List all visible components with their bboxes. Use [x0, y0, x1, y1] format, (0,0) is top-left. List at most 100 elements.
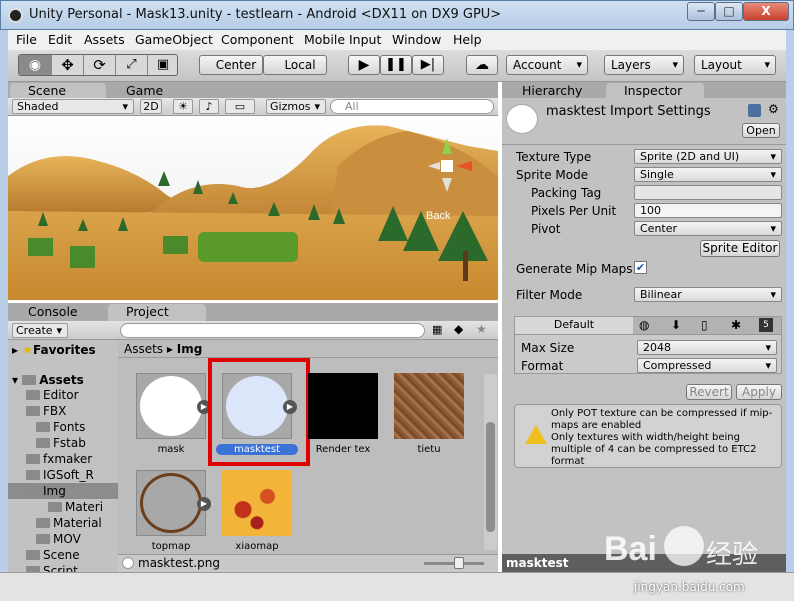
view-tool-icon[interactable]: ◉ [19, 55, 51, 75]
tree-item-img[interactable]: Img [8, 483, 118, 499]
scene-options-bar: Shaded 2D ☀ ♪ ▭ Gizmos All [8, 98, 498, 116]
revert-button[interactable]: Revert [686, 384, 732, 400]
tree-favorites[interactable]: ▸ ★Favorites [12, 342, 96, 358]
main-toolbar: ◉ ✥ ⟳ ⤢ ▣ Center Local ▶ ❚❚ ▶| ☁ Account… [8, 50, 786, 82]
tree-item-mov[interactable]: MOV [36, 531, 81, 547]
step-button[interactable]: ▶| [412, 55, 444, 75]
menu-assets[interactable]: Assets [84, 32, 125, 47]
sprite-mode-dropdown[interactable]: Single [634, 167, 782, 182]
play-button[interactable]: ▶ [348, 55, 380, 75]
pixels-per-unit-input[interactable]: 100 [634, 203, 782, 218]
asset-tile[interactable]: tietu [394, 373, 464, 459]
folder-icon [26, 486, 40, 496]
texture-type-label: Texture Type [516, 150, 592, 164]
breadcrumb-root[interactable]: Assets [124, 342, 163, 356]
hierarchy-tab-label: Hierarchy [522, 83, 583, 98]
pivot-center-button[interactable]: Center [199, 55, 263, 75]
favorite-star-icon[interactable]: ★ [476, 322, 487, 336]
menu-help[interactable]: Help [453, 32, 482, 47]
gizmos-dropdown[interactable]: Gizmos [266, 99, 326, 114]
audio-toggle-icon[interactable]: ♪ [199, 99, 219, 114]
apply-button[interactable]: Apply [736, 384, 782, 400]
settings-gear-icon[interactable]: ⚙ [768, 102, 779, 116]
tree-assets[interactable]: ▾ Assets [12, 372, 84, 388]
menu-mobile-input[interactable]: Mobile Input [304, 32, 381, 47]
effects-toggle-icon[interactable]: ▭ [225, 99, 255, 114]
sprite-editor-button[interactable]: Sprite Editor [700, 240, 780, 257]
warning-text: Only POT texture can be compressed if mi… [551, 408, 773, 467]
move-tool-icon[interactable]: ✥ [51, 55, 83, 75]
tree-item-fstab[interactable]: Fstab [36, 435, 86, 451]
tab-console[interactable]: Console [10, 304, 108, 321]
max-size-dropdown[interactable]: 2048 [637, 340, 777, 355]
create-dropdown[interactable]: Create [12, 323, 68, 338]
expand-sprite-icon[interactable]: ▶ [197, 497, 211, 511]
scene-search-input[interactable]: All [330, 99, 494, 114]
download-platform-icon[interactable]: ⬇ [671, 318, 681, 332]
tree-item-material[interactable]: Material [36, 515, 102, 531]
filter-label-icon[interactable]: ◆ [454, 322, 463, 336]
android-platform-icon[interactable]: ✱ [731, 318, 741, 332]
generate-mipmaps-checkbox[interactable]: ✔ [634, 261, 647, 274]
menu-gameobject[interactable]: GameObject [135, 32, 213, 47]
rotate-tool-icon[interactable]: ⟳ [83, 55, 115, 75]
tree-item-label: Img [43, 484, 66, 498]
cloud-button[interactable]: ☁ [466, 55, 498, 75]
scrollbar-thumb[interactable] [486, 422, 495, 532]
packing-tag-input[interactable] [634, 185, 782, 200]
scale-tool-icon[interactable]: ⤢ [115, 55, 147, 75]
format-dropdown[interactable]: Compressed [637, 358, 777, 373]
paw-logo-icon [664, 526, 704, 566]
account-dropdown[interactable]: Account [506, 55, 588, 75]
help-book-icon[interactable] [748, 104, 761, 117]
shading-dropdown[interactable]: Shaded [12, 99, 134, 114]
tree-item-fxmaker[interactable]: fxmaker [26, 451, 92, 467]
asset-name: tietu [417, 444, 441, 455]
lighting-toggle-icon[interactable]: ☀ [173, 99, 193, 114]
asset-tile[interactable]: Render tex [308, 373, 378, 459]
asset-grid-scrollbar[interactable] [484, 374, 497, 550]
collapse-arrow-icon[interactable]: ▾ [12, 373, 18, 387]
mobile-platform-icon[interactable]: ▯ [701, 318, 708, 332]
2d-toggle[interactable]: 2D [140, 99, 162, 114]
compression-warning-box: Only POT texture can be compressed if mi… [514, 404, 782, 468]
asset-tile[interactable]: ▶ topmap [136, 470, 211, 556]
html5-platform-icon[interactable]: 5 [759, 318, 773, 332]
filter-mode-dropdown[interactable]: Bilinear [634, 287, 782, 302]
breadcrumb-current[interactable]: Img [177, 342, 203, 356]
tree-item-scene[interactable]: Scene [26, 547, 80, 563]
filter-type-icon[interactable]: ▦ [432, 323, 442, 336]
pivot-dropdown[interactable]: Center [634, 221, 782, 236]
maximize-button[interactable]: □ [715, 2, 743, 21]
minimize-button[interactable]: ─ [687, 2, 715, 21]
layers-dropdown[interactable]: Layers [604, 55, 684, 75]
tree-item-igsoft[interactable]: IGSoft_R [26, 467, 94, 483]
rect-tool-icon[interactable]: ▣ [147, 55, 178, 75]
tree-item-materi[interactable]: Materi [48, 499, 103, 515]
favorites-label: Favorites [32, 343, 96, 357]
pivot-local-button[interactable]: Local [263, 55, 327, 75]
scene-viewport[interactable]: Back [8, 116, 498, 300]
close-button[interactable]: X [743, 2, 789, 21]
platform-default-tab[interactable]: Default [515, 317, 633, 334]
expand-arrow-icon[interactable]: ▸ [12, 343, 18, 357]
texture-type-dropdown[interactable]: Sprite (2D and UI) [634, 149, 782, 164]
tree-item-editor[interactable]: Editor [26, 387, 79, 403]
open-button[interactable]: Open [742, 123, 780, 138]
web-platform-icon[interactable]: ◍ [639, 318, 649, 332]
menu-window[interactable]: Window [392, 32, 441, 47]
tree-item-script[interactable]: Script [26, 563, 78, 572]
asset-tile[interactable]: ▶ mask [136, 373, 211, 459]
menu-edit[interactable]: Edit [48, 32, 72, 47]
tab-project[interactable]: Project [108, 304, 206, 321]
pause-button[interactable]: ❚❚ [380, 55, 412, 75]
layout-dropdown[interactable]: Layout [694, 55, 776, 75]
project-search-input[interactable] [120, 323, 425, 338]
thumbnail-size-slider-handle[interactable] [454, 557, 464, 569]
tree-item-fbx[interactable]: FBX [26, 403, 66, 419]
menu-file[interactable]: File [16, 32, 37, 47]
tree-item-fonts[interactable]: Fonts [36, 419, 85, 435]
asset-tile[interactable]: xiaomap [222, 470, 292, 556]
inspector-panel: masktest Import Settings ⚙ Open Texture … [502, 98, 786, 572]
menu-component[interactable]: Component [221, 32, 294, 47]
